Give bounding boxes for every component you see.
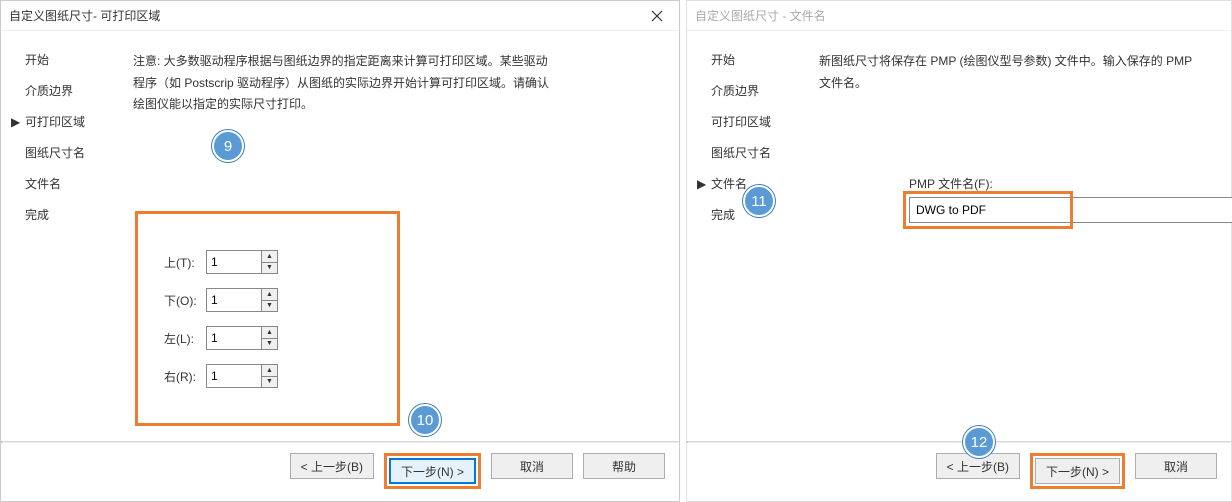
sidebar-item-printable-area[interactable]: ▶ 可打印区域 bbox=[25, 113, 115, 130]
input-top[interactable] bbox=[207, 251, 261, 273]
margin-inputs-highlight: 上(T): ▲▼ 下(O): ▲▼ 左(L): bbox=[135, 211, 400, 426]
label-bottom: 下(O): bbox=[164, 292, 206, 309]
wizard-sidebar: 开始 介质边界 ▶ 可打印区域 图纸尺寸名 文件名 完成 bbox=[25, 51, 115, 441]
wizard-sidebar: 开始 介质边界 可打印区域 图纸尺寸名 ▶ 文件名 完成 bbox=[711, 51, 801, 441]
sidebar-item-start[interactable]: 开始 bbox=[25, 51, 115, 68]
active-arrow-icon: ▶ bbox=[11, 115, 20, 129]
titlebar: 自定义图纸尺寸- 可打印区域 bbox=[1, 1, 679, 31]
spinner-down[interactable]: ▼ bbox=[262, 301, 277, 312]
button-row: < 上一步(B) 下一步(N) > 取消 bbox=[687, 443, 1231, 501]
active-arrow-icon: ▶ bbox=[697, 177, 706, 191]
label-left: 左(L): bbox=[164, 330, 206, 347]
spinner-up[interactable]: ▲ bbox=[262, 289, 277, 301]
spinner-left: ▲▼ bbox=[206, 326, 278, 350]
sidebar-item-paper-size-name[interactable]: 图纸尺寸名 bbox=[711, 144, 801, 161]
dialog-body: 开始 介质边界 可打印区域 图纸尺寸名 ▶ 文件名 完成 新图纸尺寸将保存在 P… bbox=[687, 31, 1231, 441]
next-button[interactable]: 下一步(N) > bbox=[1035, 458, 1120, 484]
annotation-badge-12: 12 bbox=[963, 426, 995, 458]
sidebar-item-finish[interactable]: 完成 bbox=[25, 206, 115, 223]
dialog-title: 自定义图纸尺寸- 可打印区域 bbox=[9, 7, 160, 24]
cancel-button[interactable]: 取消 bbox=[491, 453, 573, 479]
spinner-down[interactable]: ▼ bbox=[262, 263, 277, 274]
spinner-down[interactable]: ▼ bbox=[262, 377, 277, 388]
label-right: 右(R): bbox=[164, 368, 206, 385]
margin-row-bottom: 下(O): ▲▼ bbox=[164, 288, 397, 312]
sidebar-item-paper-size-name[interactable]: 图纸尺寸名 bbox=[25, 144, 115, 161]
button-row: < 上一步(B) 下一步(N) > 取消 帮助 bbox=[1, 443, 679, 501]
dialog-printable-area: 自定义图纸尺寸- 可打印区域 开始 介质边界 ▶ 可打印区域 图纸尺寸名 文件名… bbox=[0, 0, 680, 502]
next-button-highlight: 下一步(N) > bbox=[384, 453, 481, 489]
sidebar-item-file-name[interactable]: 文件名 bbox=[25, 175, 115, 192]
spinner-down[interactable]: ▼ bbox=[262, 339, 277, 350]
sidebar-item-media-bounds[interactable]: 介质边界 bbox=[711, 82, 801, 99]
annotation-badge-11: 11 bbox=[743, 185, 775, 217]
spinner-up[interactable]: ▲ bbox=[262, 327, 277, 339]
next-button[interactable]: 下一步(N) > bbox=[389, 458, 476, 484]
main-content: 注意: 大多数驱动程序根据与图纸边界的指定距离来计算可打印区域。某些驱动程序（如… bbox=[115, 51, 655, 441]
close-icon bbox=[651, 10, 663, 22]
spinner-up[interactable]: ▲ bbox=[262, 365, 277, 377]
sidebar-item-media-bounds[interactable]: 介质边界 bbox=[25, 82, 115, 99]
dialog-body: 开始 介质边界 ▶ 可打印区域 图纸尺寸名 文件名 完成 注意: 大多数驱动程序… bbox=[1, 31, 679, 441]
close-button[interactable] bbox=[635, 1, 679, 31]
filename-label: PMP 文件名(F): bbox=[909, 175, 993, 192]
main-content: 新图纸尺寸将保存在 PMP (绘图仪型号参数) 文件中。输入保存的 PMP 文件… bbox=[801, 51, 1207, 441]
sidebar-item-printable-area[interactable]: 可打印区域 bbox=[711, 113, 801, 130]
margin-row-left: 左(L): ▲▼ bbox=[164, 326, 397, 350]
cancel-button[interactable]: 取消 bbox=[1135, 453, 1217, 479]
help-button[interactable]: 帮助 bbox=[583, 453, 665, 479]
input-right[interactable] bbox=[207, 365, 261, 387]
filename-highlight bbox=[903, 191, 1073, 229]
back-button[interactable]: < 上一步(B) bbox=[290, 453, 374, 479]
spinner-bottom: ▲▼ bbox=[206, 288, 278, 312]
annotation-badge-9: 9 bbox=[212, 130, 244, 162]
spinner-up[interactable]: ▲ bbox=[262, 251, 277, 263]
description-text: 注意: 大多数驱动程序根据与图纸边界的指定距离来计算可打印区域。某些驱动程序（如… bbox=[133, 51, 553, 116]
next-button-highlight: 下一步(N) > bbox=[1030, 453, 1125, 489]
spinner-right: ▲▼ bbox=[206, 364, 278, 388]
annotation-badge-10: 10 bbox=[409, 404, 441, 436]
margin-row-top: 上(T): ▲▼ bbox=[164, 250, 397, 274]
label-top: 上(T): bbox=[164, 254, 206, 271]
dialog-title: 自定义图纸尺寸 - 文件名 bbox=[695, 7, 826, 24]
dialog-file-name: 自定义图纸尺寸 - 文件名 开始 介质边界 可打印区域 图纸尺寸名 ▶ 文件名 … bbox=[686, 0, 1232, 502]
sidebar-item-start[interactable]: 开始 bbox=[711, 51, 801, 68]
margin-row-right: 右(R): ▲▼ bbox=[164, 364, 397, 388]
spinner-top: ▲▼ bbox=[206, 250, 278, 274]
titlebar: 自定义图纸尺寸 - 文件名 bbox=[687, 1, 1231, 31]
description-text: 新图纸尺寸将保存在 PMP (绘图仪型号参数) 文件中。输入保存的 PMP 文件… bbox=[819, 51, 1199, 94]
input-bottom[interactable] bbox=[207, 289, 261, 311]
input-left[interactable] bbox=[207, 327, 261, 349]
